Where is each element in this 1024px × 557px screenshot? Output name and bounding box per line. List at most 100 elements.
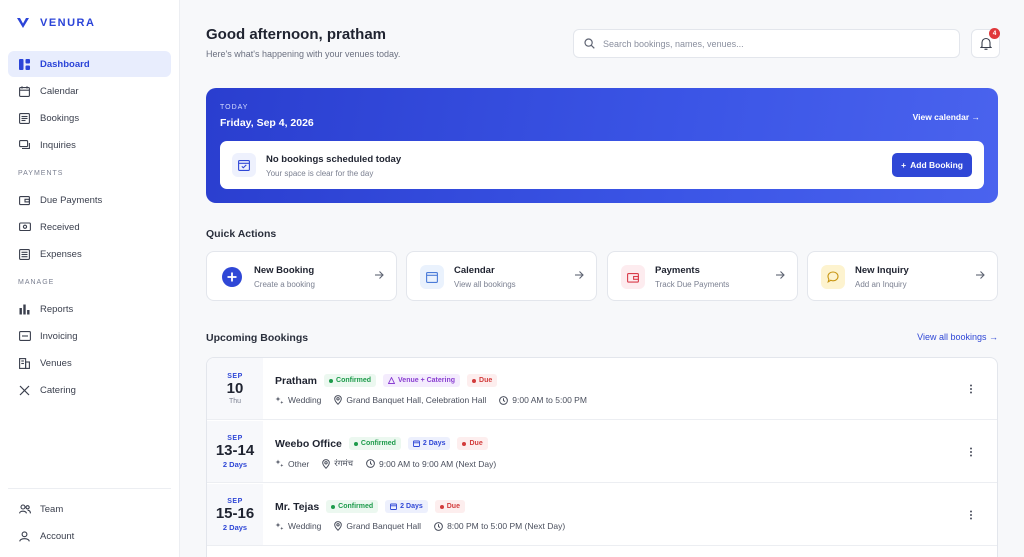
more-options-icon[interactable] <box>969 384 973 394</box>
sidebar-nav: Dashboard Calendar Bookings Inquiries PA… <box>8 51 171 404</box>
utensils-icon <box>18 384 31 397</box>
sidebar-item-account[interactable]: Account <box>8 523 171 549</box>
booking-name: Mr. Tejas <box>275 500 320 513</box>
search-icon <box>584 38 595 49</box>
sidebar-item-invoicing[interactable]: Invoicing <box>8 323 171 349</box>
dashboard-icon <box>18 58 31 71</box>
sidebar-item-label: Dashboard <box>40 58 90 70</box>
sidebar-item-team[interactable]: Team <box>8 496 171 522</box>
clock-icon <box>366 459 375 468</box>
sidebar-item-label: Venues <box>40 357 72 369</box>
sidebar-item-calendar[interactable]: Calendar <box>8 78 171 104</box>
brand-logo[interactable]: VENURA <box>16 16 95 30</box>
calendar-icon <box>390 503 398 510</box>
booking-month: SEP <box>227 497 243 505</box>
page-title: Good afternoon, pratham <box>206 26 386 43</box>
brand-name: VENURA <box>40 17 96 29</box>
bell-icon <box>979 37 992 50</box>
booking-date: SEP 15-16 2 Days <box>207 484 263 545</box>
arrow-right-icon <box>976 271 985 279</box>
sidebar-item-label: Team <box>40 503 64 515</box>
add-booking-button[interactable]: + Add Booking <box>892 153 972 177</box>
add-booking-label: Add Booking <box>910 160 963 170</box>
venue-icon <box>388 377 396 384</box>
booking-meta: Wedding Grand Banquet Hall, Celebration … <box>275 395 587 405</box>
calendar-icon <box>18 85 31 98</box>
clock-icon <box>499 395 509 405</box>
venue-location: Grand Banquet Hall <box>334 521 421 531</box>
more-options-icon[interactable] <box>969 510 973 520</box>
sidebar-item-expenses[interactable]: Expenses <box>8 241 171 267</box>
sidebar-item-label: Bookings <box>40 112 80 124</box>
quick-action-new-booking[interactable]: New Booking Create a booking <box>206 251 397 301</box>
today-empty-state: No bookings scheduled today Your space i… <box>220 141 984 189</box>
booking-day: 15-16 <box>215 504 255 522</box>
location-pin-icon <box>334 521 343 531</box>
booking-name: Pratham <box>275 374 318 387</box>
sidebar-item-label: Invoicing <box>40 330 78 342</box>
booking-row[interactable]: SEP 15-16 2 Days Mr. Tejas Confirmed 2 D… <box>207 484 997 546</box>
search-box[interactable] <box>573 29 960 58</box>
location-pin-icon <box>334 395 343 405</box>
booking-name: Weebo Office <box>275 437 342 450</box>
empty-state-title: No bookings scheduled today <box>266 154 402 165</box>
quick-action-title: New Booking <box>254 265 315 276</box>
team-icon <box>18 503 31 516</box>
sidebar-item-due-payments[interactable]: Due Payments <box>8 187 171 213</box>
bookings-icon <box>18 112 31 125</box>
quick-action-subtitle: Track Due Payments <box>655 280 730 289</box>
duration-badge: 2 Days <box>385 500 428 513</box>
payment-badge: Due <box>434 500 465 513</box>
booking-month: SEP <box>227 434 243 442</box>
page-subtitle: Here's what's happening with your venues… <box>206 49 401 59</box>
sidebar-item-venues[interactable]: Venues <box>8 350 171 376</box>
arrow-right-icon <box>375 271 384 279</box>
wallet-icon <box>18 194 31 207</box>
sidebar-item-reports[interactable]: Reports <box>8 296 171 322</box>
sidebar-item-label: Inquiries <box>40 139 76 151</box>
event-type: Other <box>275 459 309 469</box>
more-options-icon[interactable] <box>969 447 973 457</box>
quick-actions-title: Quick Actions <box>206 228 277 240</box>
sidebar-item-inquiries[interactable]: Inquiries <box>8 132 171 158</box>
quick-action-new-inquiry[interactable]: New Inquiry Add an Inquiry <box>807 251 998 301</box>
sparkle-icon <box>275 396 284 404</box>
booking-duration: 2 Days <box>222 459 248 469</box>
view-all-bookings-link[interactable]: View all bookings → <box>917 332 998 342</box>
sidebar-item-received[interactable]: Received <box>8 214 171 240</box>
quick-action-calendar[interactable]: Calendar View all bookings <box>406 251 597 301</box>
quick-action-subtitle: Create a booking <box>254 280 315 289</box>
booking-row[interactable]: SEP 13-14 2 Days Weebo Office Confirmed … <box>207 421 997 483</box>
sidebar-item-catering[interactable]: Catering <box>8 377 171 403</box>
location-pin-icon <box>322 458 331 469</box>
sidebar: VENURA Dashboard Calendar Bookings Inqui… <box>0 0 180 557</box>
nav-section-payments: PAYMENTS <box>18 169 64 177</box>
booking-row[interactable]: SEP 10 Thu Pratham Confirmed Venue + Cat… <box>207 358 997 420</box>
today-card: TODAY Friday, Sep 4, 2026 View calendar … <box>206 88 998 203</box>
booking-meta: Other रंगमंच 9:00 AM to 9:00 AM (Next Da… <box>275 458 496 469</box>
cash-icon <box>18 221 31 234</box>
notifications-button[interactable]: 4 <box>971 28 1000 58</box>
booking-time: 9:00 AM to 5:00 PM <box>499 395 587 405</box>
plus-icon: + <box>901 160 907 170</box>
venue-location: Grand Banquet Hall, Celebration Hall <box>334 395 486 405</box>
upcoming-bookings-list: SEP 10 Thu Pratham Confirmed Venue + Cat… <box>206 357 998 557</box>
chat-bubble-icon <box>821 265 845 289</box>
service-badge: Venue + Catering <box>383 374 461 387</box>
payment-badge: Due <box>457 437 488 450</box>
quick-action-title: Payments <box>655 265 700 276</box>
plus-circle-icon <box>220 265 244 289</box>
arrow-right-icon <box>575 271 584 279</box>
sidebar-item-dashboard[interactable]: Dashboard <box>8 51 171 77</box>
event-type: Wedding <box>275 395 321 405</box>
booking-header: Pratham Confirmed Venue + Catering Due <box>275 374 498 387</box>
invoice-icon <box>18 330 31 343</box>
today-date: Friday, Sep 4, 2026 <box>220 117 314 129</box>
sidebar-item-bookings[interactable]: Bookings <box>8 105 171 131</box>
quick-action-subtitle: View all bookings <box>454 280 516 289</box>
view-calendar-link[interactable]: View calendar → <box>913 112 980 122</box>
search-input[interactable] <box>603 38 943 49</box>
booking-time: 8:00 PM to 5:00 PM (Next Day) <box>434 521 565 531</box>
event-type: Wedding <box>275 521 321 531</box>
quick-action-payments[interactable]: Payments Track Due Payments <box>607 251 798 301</box>
